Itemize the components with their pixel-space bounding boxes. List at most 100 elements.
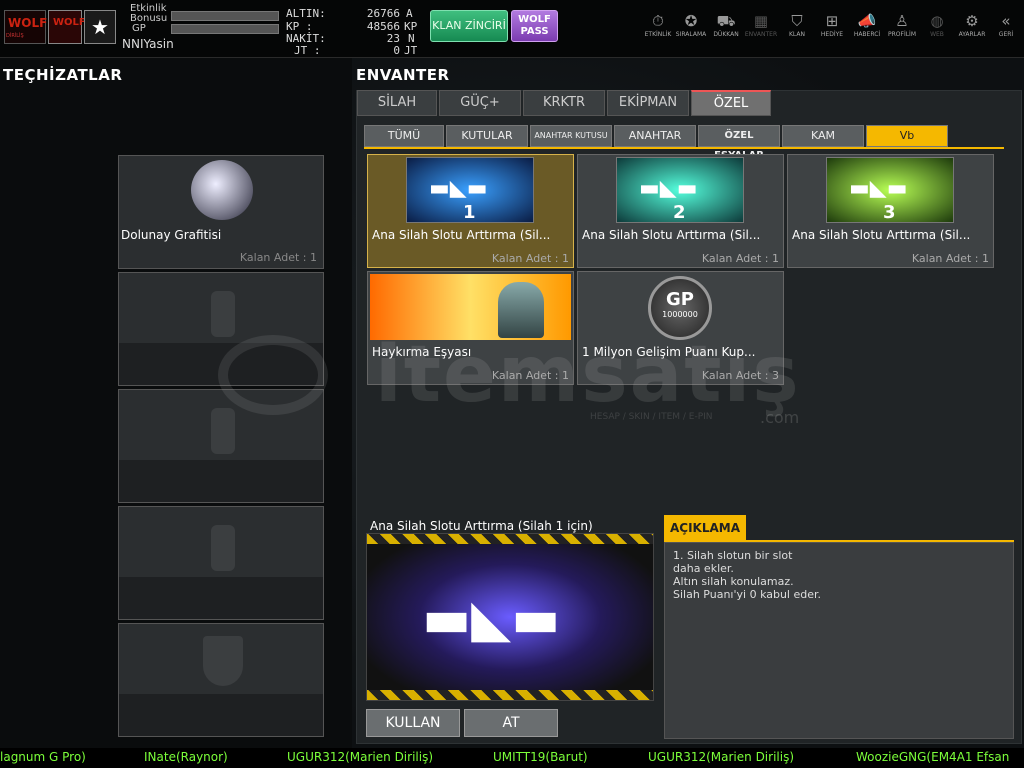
desc-line-4: Silah Puanı'yi 0 kabul eder.: [673, 588, 822, 601]
equipment-slot-5[interactable]: [118, 623, 324, 737]
clan-emblem[interactable]: WOLF: [48, 10, 86, 44]
nav-haberci-label: HABERCİ: [853, 31, 881, 38]
tab-guc[interactable]: GÜÇ+: [439, 90, 521, 116]
nav-web-label: WEB: [930, 31, 944, 38]
inventory-icon: ▦: [753, 12, 769, 30]
spray-can-icon: [211, 408, 235, 454]
item-2-number: 2: [673, 202, 686, 223]
item-preview-image: ▬◣▬: [366, 533, 654, 701]
event-bonus-bar: [171, 11, 279, 21]
subtab-ozel-esyalar[interactable]: ÖZEL EŞYALAR: [698, 125, 780, 161]
watermark-subtitle: HESAP / SKIN / ITEM / E-PIN: [590, 412, 713, 422]
ticker-entry-4: UMITT19(Barut): [493, 750, 588, 764]
player-name: NNIYasin: [122, 37, 174, 51]
nav-geri-label: GERİ: [998, 31, 1014, 38]
clan-chain-button[interactable]: KLAN ZİNCİRİ: [430, 10, 508, 42]
nav-klan[interactable]: ⛉ KLAN: [779, 12, 815, 38]
nav-haberci[interactable]: 📣 HABERCİ: [849, 12, 885, 38]
subtab-underline: [364, 147, 1004, 149]
nav-dukkan[interactable]: ⛟ DÜKKAN: [708, 12, 744, 38]
top-bar: WOLF DİRİLİŞ WOLF ★ Etkinlik Bonusu GP NN…: [0, 0, 1024, 58]
tab-ozel[interactable]: ÖZEL: [691, 90, 771, 116]
tab-silah[interactable]: SİLAH: [357, 90, 437, 116]
slot-3-band: [119, 460, 323, 502]
equipment-slot-4[interactable]: [118, 506, 324, 620]
currency-panel: ALTIN: 26766 A KP : 48566 KP NAKİT: 23 N…: [284, 4, 424, 57]
item-card-1[interactable]: ▬◣▬ 1 Ana Silah Slotu Arttırma (Sil... Ka…: [367, 154, 574, 268]
profile-icon: ♙: [895, 12, 909, 30]
desc-line-1: 1. Silah slotun bir slot: [673, 549, 793, 562]
ticker-entry-2: INate(Raynor): [144, 750, 228, 764]
gp-bar: [171, 24, 279, 34]
full-moon-graffiti-image: [191, 160, 253, 220]
equipment-title: TEÇHİZATLAR: [3, 66, 123, 84]
subtab-anahtar-kutusu[interactable]: ANAHTAR KUTUSU: [530, 125, 612, 147]
nav-ayarlar[interactable]: ⚙ AYARLAR: [954, 12, 990, 38]
ticker-entry-5: UGUR312(Marien Diriliş): [648, 750, 795, 764]
watermark-dotcom: .com: [760, 408, 800, 427]
drop-button[interactable]: AT: [464, 709, 558, 737]
subtab-vb[interactable]: Vb: [866, 125, 948, 147]
use-button[interactable]: KULLAN: [366, 709, 460, 737]
nav-etkinlik-label: ETKİNLİK: [644, 31, 672, 38]
nav-ayarlar-label: AYARLAR: [958, 31, 986, 38]
description-header: AÇIKLAMA: [664, 515, 746, 541]
slot-1-name: Dolunay Grafitisi: [121, 228, 222, 242]
rifle-icon: ▬◣▬: [849, 176, 908, 201]
subtab-kam[interactable]: KAM: [782, 125, 864, 147]
nav-web[interactable]: ◍ WEB: [919, 12, 955, 38]
jt-value: 0: [393, 44, 400, 57]
subtab-kutular[interactable]: KUTULAR: [446, 125, 528, 147]
description-box: 1. Silah slotun bir slot daha ekler. Alt…: [664, 542, 1014, 739]
spray-can-icon: [211, 291, 235, 337]
wolf-pass-button[interactable]: WOLF PASS: [511, 10, 558, 42]
tab-krktr[interactable]: KRKTR: [523, 90, 605, 116]
altin-label: ALTIN:: [286, 7, 326, 20]
item-card-2[interactable]: ▬◣▬ 2 Ana Silah Slotu Arttırma (Sil... Ka…: [577, 154, 784, 268]
globe-icon: ◍: [930, 12, 944, 30]
nav-dukkan-label: DÜKKAN: [713, 31, 739, 38]
watermark-text: itemsatış: [375, 330, 801, 420]
item-card-3[interactable]: ▬◣▬ 3 Ana Silah Slotu Arttırma (Sil... Ka…: [787, 154, 994, 268]
hazard-stripe-top: [367, 534, 653, 544]
gift-icon: ⊞: [825, 12, 839, 30]
rifle-icon: ▬◣▬: [639, 176, 698, 201]
ticker-entry-3: UGUR312(Marien Diriliş): [287, 750, 434, 764]
nav-hediye[interactable]: ⊞ HEDİYE: [814, 12, 850, 38]
nav-profilim-label: PROFİLİM: [887, 31, 917, 38]
tab-ekipman[interactable]: EKİPMAN: [607, 90, 689, 116]
item-1-number: 1: [463, 202, 476, 223]
nav-etkinlik[interactable]: ⏱ ETKİNLİK: [640, 12, 676, 38]
event-bonus-label: Etkinlik Bonusu: [130, 3, 168, 24]
subtab-tumu[interactable]: TÜMÜ: [364, 125, 444, 147]
item-3-count: Kalan Adet : 1: [911, 252, 989, 265]
shield-icon: [203, 636, 243, 686]
nav-envanter[interactable]: ▦ ENVANTER: [743, 12, 779, 38]
slot-4-band: [119, 577, 323, 619]
nav-geri[interactable]: «GERİ: [988, 12, 1024, 38]
gp-label: GP: [132, 23, 146, 34]
item-2-name: Ana Silah Slotu Arttırma (Sil...: [582, 228, 761, 242]
spray-can-icon: [211, 525, 235, 571]
medal-icon: ✪: [684, 12, 698, 30]
preview-title: Ana Silah Slotu Arttırma (Silah 1 için): [370, 519, 593, 533]
stopwatch-icon: ⏱: [652, 12, 664, 30]
desc-line-2: daha ekler.: [673, 562, 734, 575]
hazard-stripe-bottom: [367, 690, 653, 700]
nav-profilim[interactable]: ♙ PROFİLİM: [884, 12, 920, 38]
back-icon: «: [1001, 12, 1011, 30]
inventory-title: ENVANTER: [356, 66, 450, 84]
nav-klan-label: KLAN: [788, 31, 805, 38]
cart-icon: ⛟: [716, 12, 736, 30]
watermark-logo: [218, 335, 328, 415]
item-2-count: Kalan Adet : 1: [701, 252, 779, 265]
ticker-entry-6: WoozieGNG(EM4A1 Efsan: [856, 750, 1010, 764]
item-3-name: Ana Silah Slotu Arttırma (Sil...: [792, 228, 971, 242]
item-3-thumbnail: ▬◣▬ 3: [826, 157, 954, 223]
gp-coin-amount: 1000000: [662, 310, 698, 319]
subtab-anahtar[interactable]: ANAHTAR: [614, 125, 696, 147]
nav-siralama[interactable]: ✪ SIRALAMA: [673, 12, 709, 38]
equipment-slot-1[interactable]: Dolunay Grafitisi Kalan Adet : 1: [118, 155, 324, 269]
gp-coin-label: GP: [666, 289, 694, 310]
altin-value: 26766: [366, 7, 400, 20]
